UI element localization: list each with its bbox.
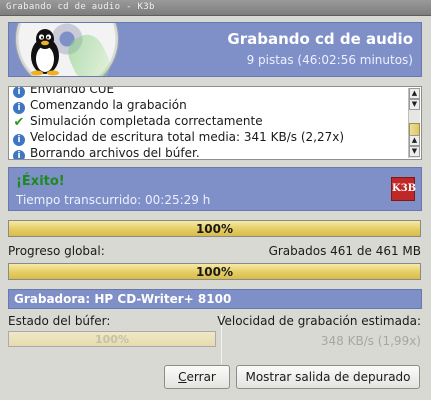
window-titlebar[interactable]: Grabando cd de audio - K3b <box>0 0 431 16</box>
info-icon: i <box>13 150 25 159</box>
log-list[interactable]: i Enviando CUE i Comenzando la grabación ✔ Si… <box>8 86 422 160</box>
track-progress-bar: 100% <box>8 220 421 237</box>
check-icon: ✔ <box>13 115 25 130</box>
close-button-mnemonic: C <box>178 370 187 384</box>
log-item-text: Comenzando la grabación <box>30 98 187 112</box>
elapsed-time: Tiempo transcurrido: 00:25:29 h <box>16 193 211 207</box>
header-banner: Grabando cd de audio 9 pistas (46:02:56 … <box>8 22 422 77</box>
writer-label: Grabadora: HP CD-Writer+ 8100 <box>14 292 232 306</box>
speed-value: 348 KB/s (1,99x) <box>320 334 421 348</box>
log-item-text: Simulación completada correctamente <box>30 114 263 128</box>
status-title: ¡Éxito! <box>16 174 65 189</box>
burn-dialog: Grabando cd de audio 9 pistas (46:02:56 … <box>0 16 431 400</box>
speed-label: Velocidad de grabación estimada: <box>217 314 421 328</box>
global-progress-bar: 100% <box>8 263 421 280</box>
close-button-label: errar <box>186 370 216 384</box>
scroll-up-arrow-icon[interactable]: ▲ <box>409 88 420 99</box>
log-item: i Borrando archivos del búfer. <box>9 145 407 160</box>
log-item-text: Borrando archivos del búfer. <box>30 146 200 160</box>
global-progress-bar-label: 100% <box>195 265 234 279</box>
log-item-text: Velocidad de escritura total media: 341 … <box>30 130 344 144</box>
log-item: i Velocidad de escritura total media: 341… <box>9 129 407 146</box>
global-progress-label: Progreso global: <box>8 244 105 258</box>
close-button[interactable]: Cerrar <box>164 365 230 389</box>
global-progress-row: Progreso global: Grabados 461 de 461 MB <box>8 244 421 260</box>
tux-penguin-icon <box>31 29 59 76</box>
log-item: ✔ Simulación completada correctamente <box>9 113 407 129</box>
header-title: Grabando cd de audio <box>227 30 413 48</box>
track-progress-label: 100% <box>195 222 234 236</box>
k3b-logo-icon: K3B <box>391 177 416 201</box>
header-subtitle: 9 pistas (46:02:56 minutos) <box>246 53 413 67</box>
log-item: i Enviando CUE <box>9 86 407 98</box>
window-title: Grabando cd de audio - K3b <box>6 2 155 12</box>
global-progress-info: Grabados 461 de 461 MB <box>268 244 421 258</box>
log-rows: i Enviando CUE i Comenzando la grabación ✔ Si… <box>9 86 407 160</box>
status-banner: ¡Éxito! Tiempo transcurrido: 00:25:29 h … <box>8 167 422 211</box>
writer-banner: Grabadora: HP CD-Writer+ 8100 <box>8 289 422 309</box>
scroll-down-arrow-bottom-icon[interactable]: ▼ <box>409 146 420 157</box>
log-scrollbar[interactable]: ▲ ▼ ▲ ▼ <box>408 88 420 158</box>
log-item: i Comenzando la grabación <box>9 97 407 114</box>
log-item-text: Enviando CUE <box>30 86 115 96</box>
scroll-down-arrow-icon[interactable]: ▼ <box>409 99 420 110</box>
buffer-status-label: Estado del búfer: <box>8 314 111 328</box>
show-debug-output-button[interactable]: Mostrar salida de depurado <box>236 365 420 389</box>
scroll-up-arrow-bottom-icon[interactable]: ▲ <box>409 135 420 146</box>
buffer-progress-bar: 100% <box>8 331 216 347</box>
buffer-progress-label: 100% <box>95 333 129 346</box>
